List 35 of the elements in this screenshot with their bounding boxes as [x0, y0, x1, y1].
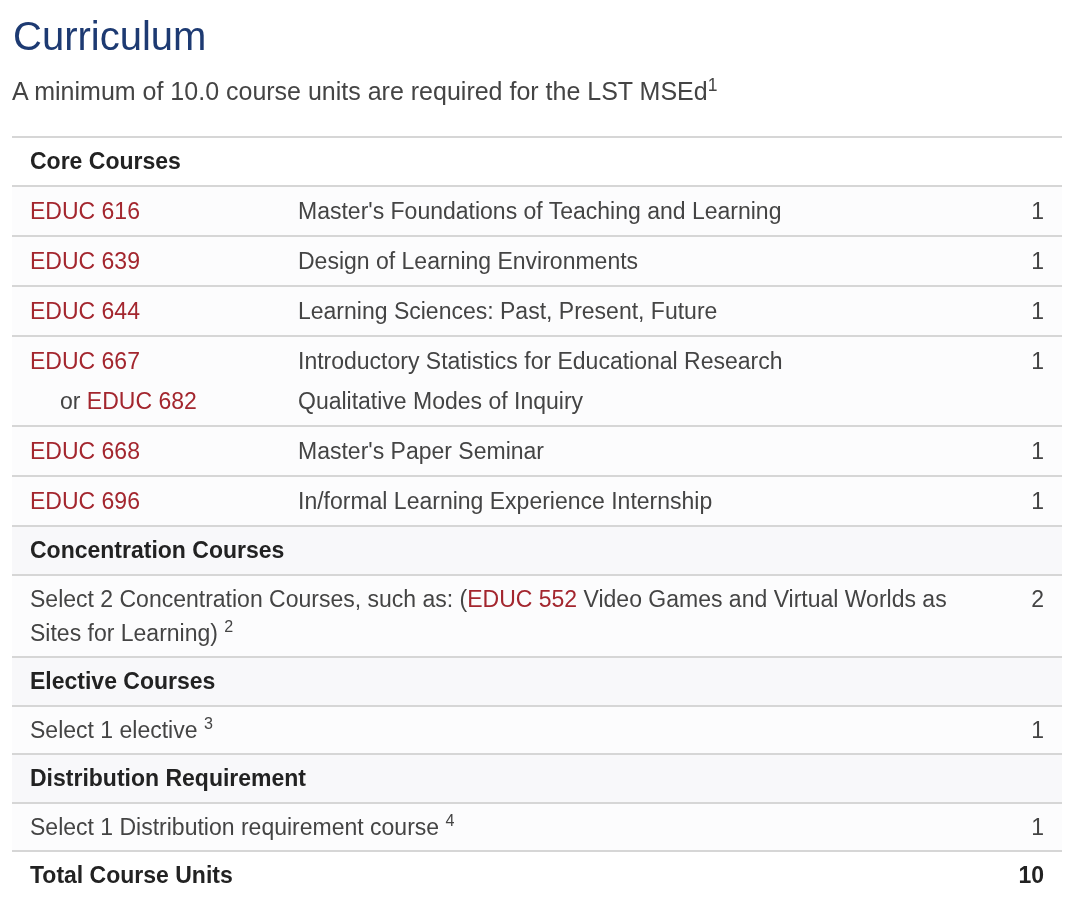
course-link[interactable]: EDUC 667 [30, 348, 140, 374]
units-value: 1 [1031, 716, 1044, 745]
course-title: Introductory Statistics for Educational Research [298, 348, 783, 374]
course-link[interactable]: EDUC 668 [30, 438, 140, 464]
intro-text: A minimum of 10.0 course units are required for the LST MSEd$^{1}$ [12, 76, 719, 106]
course-title: In/formal Learning Experience Internship [298, 488, 713, 514]
course-title: Master's Paper Seminar [298, 438, 544, 464]
course-title: Qualitative Modes of Inquiry [298, 388, 584, 414]
course-link[interactable]: EDUC 639 [30, 248, 140, 274]
units-value: 1 [1031, 297, 1044, 325]
section-heading: Elective Courses [12, 658, 1062, 707]
units-value: 1 [1031, 813, 1044, 842]
requirement-text: Select 2 Concentration Courses, such as: (EDUC 552 Video Games and Virtual Worlds as Sites for Learning) $^{2}$ [30, 586, 947, 646]
units-value: 1 [1031, 347, 1044, 376]
or-text: or [60, 388, 81, 414]
course-link[interactable]: EDUC 696 [30, 488, 140, 514]
page-title: Curriculum [13, 13, 208, 60]
section-heading: Concentration Courses [12, 527, 1062, 576]
units-value: 1 [1031, 487, 1044, 515]
course-link[interactable]: EDUC 682 [86, 388, 197, 414]
course-link[interactable]: EDUC 644 [30, 298, 140, 324]
requirement-text: Select 1 elective $^{3}$ [30, 717, 213, 743]
requirement-text: Select 1 Distribution requirement course $^{4}$ [30, 814, 455, 840]
course-title: Design of Learning Environments [298, 248, 639, 274]
section-heading: Distribution Requirement [12, 755, 1062, 804]
course-link[interactable]: EDUC 616 [30, 198, 140, 224]
course-title: Master's Foundations of Teaching and Learning [298, 198, 782, 224]
units-value: 1 [1031, 437, 1044, 465]
course-link[interactable]: EDUC 552 [467, 586, 578, 612]
total-units: 10 [1018, 863, 1044, 888]
units-value: 1 [1031, 247, 1044, 275]
units-value: 2 [1031, 585, 1044, 614]
course-title: Learning Sciences: Past, Present, Future [298, 298, 718, 324]
total-label: Total Course Units [30, 862, 233, 888]
units-value: 1 [1031, 197, 1044, 225]
